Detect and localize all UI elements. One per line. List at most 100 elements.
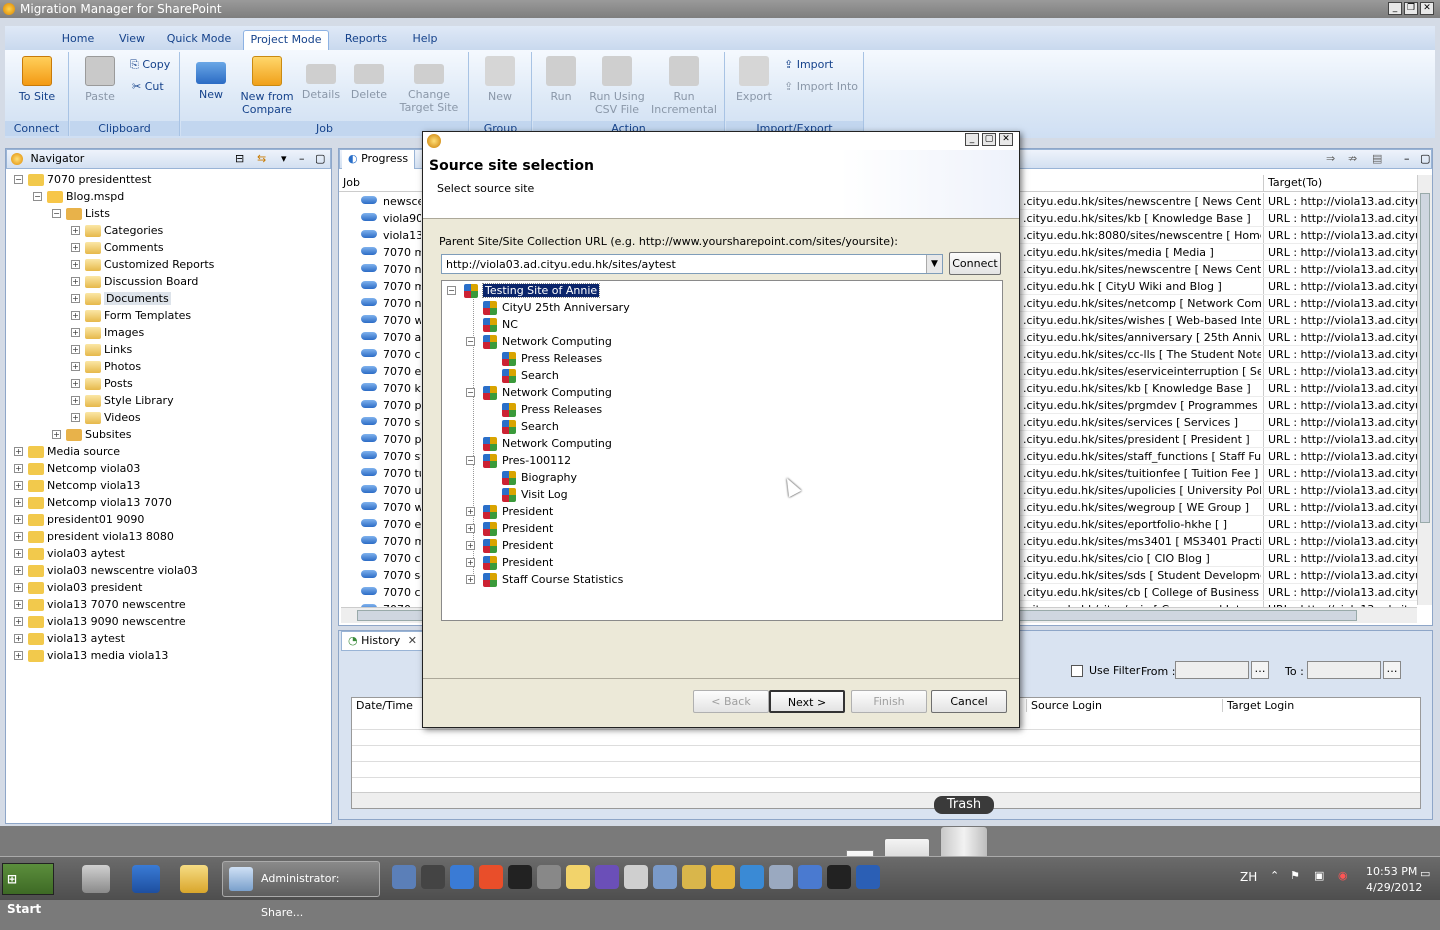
grid-target-cell[interactable]: URL : http://viola13.ad.cityu.e — [1263, 295, 1417, 312]
expand-icon[interactable]: + — [14, 566, 23, 575]
site-tree-item[interactable]: + President — [466, 554, 553, 571]
grid-target-cell[interactable]: URL : http://viola13.ad.cityu.e — [1263, 346, 1417, 363]
new-from-compare-button[interactable]: New from Compare — [237, 54, 297, 116]
expand-icon[interactable]: + — [71, 345, 80, 354]
grid-target-cell[interactable]: URL : http://viola13.ad.cityu.e — [1263, 584, 1417, 601]
grid-source-cell[interactable]: .cityu.edu.hk/sites/tuitionfee [ Tuition… — [1023, 465, 1261, 482]
nav-tree-item[interactable]: + Customized Reports — [71, 256, 214, 273]
history-close-icon[interactable]: ✕ — [408, 634, 417, 647]
grid-source-cell[interactable]: .cityu.edu.hk/sites/cb [ College of Busi… — [1023, 584, 1261, 601]
site-tree-item[interactable]: Visit Log — [502, 486, 568, 503]
import-into-button[interactable]: ⇪ Import Into — [784, 80, 858, 94]
grid-source-cell[interactable]: .cityu.edu.hk/sites/kb [ Knowledge Base … — [1023, 380, 1261, 397]
grid-job-cell[interactable]: 7070 wi — [361, 312, 421, 329]
nav-tree-item[interactable]: + Links — [71, 341, 132, 358]
grid-vscroll-thumb[interactable] — [1420, 193, 1430, 523]
nav-tree-item[interactable]: + Posts — [71, 375, 133, 392]
grid-source-cell[interactable]: .cityu.edu.hk/sites/services [ Services … — [1023, 414, 1261, 431]
collapse-icon[interactable]: − — [52, 209, 61, 218]
expand-icon[interactable]: + — [71, 396, 80, 405]
new-job-button[interactable]: New — [189, 54, 233, 101]
url-dropdown-icon[interactable]: ▼ — [926, 255, 942, 273]
quick-launch-icon[interactable] — [421, 865, 445, 889]
quick-launch-icon[interactable] — [508, 865, 532, 889]
expand-icon[interactable]: + — [14, 600, 23, 609]
dialog-minimize-button[interactable]: _ — [965, 133, 979, 146]
grid-target-cell[interactable]: URL : http://viola13.ad.cityu.e — [1263, 312, 1417, 329]
history-tab[interactable]: ◔ History ✕ — [341, 631, 424, 651]
tray-network-icon[interactable]: ▣ — [1314, 869, 1324, 882]
grid-job-cell[interactable]: 7070 es — [361, 363, 421, 380]
new-group-button[interactable]: New — [480, 54, 520, 103]
clock-date[interactable]: 4/29/2012 — [1366, 881, 1422, 894]
grid-job-cell[interactable]: 7070 sd — [361, 567, 421, 584]
nav-tree-item[interactable]: + Netcomp viola03 — [14, 460, 140, 477]
site-tree-item[interactable]: + President — [466, 537, 553, 554]
grid-job-cell[interactable]: 7070 cb — [361, 584, 421, 601]
language-indicator[interactable]: ZH — [1240, 870, 1257, 884]
grid-source-cell[interactable]: .cityu.edu.hk/sites/media [ Media ] — [1023, 244, 1261, 261]
to-picker-button[interactable]: … — [1383, 661, 1401, 679]
grid-target-cell[interactable]: URL : http://viola13.ad.cityu.e — [1263, 193, 1417, 210]
expand-icon[interactable]: + — [52, 430, 61, 439]
expand-icon[interactable]: + — [14, 532, 23, 541]
tab-help[interactable]: Help — [405, 30, 445, 50]
copy-button[interactable]: ⎘ Copy — [130, 58, 170, 72]
nav-tree-item[interactable]: + Comments — [71, 239, 164, 256]
grid-target-cell[interactable]: URL : http://viola13.ad.cityu.e — [1263, 261, 1417, 278]
site-tree-item[interactable]: − Network Computing — [466, 333, 612, 350]
nav-tree-item[interactable]: + president viola13 8080 — [14, 528, 174, 545]
expand-icon[interactable]: + — [14, 498, 23, 507]
quick-launch-icon[interactable] — [566, 865, 590, 889]
grid-target-cell[interactable]: URL : http://viola13.ad.cityu.e — [1263, 210, 1417, 227]
restore-button[interactable]: ❐ — [1404, 2, 1418, 15]
quick-launch-icon[interactable] — [769, 865, 793, 889]
grid-maximize-icon[interactable]: ▢ — [1420, 150, 1430, 168]
nav-tree-item[interactable]: + Form Templates — [71, 307, 191, 324]
grid-job-cell[interactable]: 7070 se — [361, 414, 421, 431]
grid-job-cell[interactable]: 7070 tu — [361, 465, 421, 482]
clock-time[interactable]: 10:53 PM — [1366, 865, 1417, 878]
expand-icon[interactable]: + — [14, 651, 23, 660]
site-tree-item[interactable]: Press Releases — [502, 350, 602, 367]
expand-icon[interactable]: + — [71, 260, 80, 269]
expand-icon[interactable]: + — [466, 575, 475, 584]
expand-icon[interactable]: + — [71, 362, 80, 371]
import-button[interactable]: ⇪ Import — [784, 58, 833, 72]
nav-tree-item[interactable]: + Netcomp viola13 7070 — [14, 494, 172, 511]
navigator-collapse-icon[interactable]: ⊟ — [235, 150, 244, 168]
expand-icon[interactable]: + — [14, 583, 23, 592]
from-picker-button[interactable]: … — [1251, 661, 1269, 679]
expand-icon[interactable]: + — [14, 549, 23, 558]
connect-button[interactable]: Connect — [949, 252, 1001, 275]
grid-source-cell[interactable]: .cityu.edu.hk/sites/ms3401 [ MS3401 Prac… — [1023, 533, 1261, 550]
quick-launch-icon[interactable] — [827, 865, 851, 889]
quick-launch-icon[interactable] — [595, 865, 619, 889]
grid-source-cell[interactable]: .cityu.edu.hk/sites/newscentre [ News Ce… — [1023, 261, 1261, 278]
dialog-maximize-button[interactable]: ▢ — [982, 133, 996, 146]
grid-job-cell[interactable]: 7070 ma — [361, 278, 421, 295]
quick-launch-icon[interactable] — [740, 865, 764, 889]
server-manager-icon[interactable] — [82, 865, 110, 893]
expand-icon[interactable]: + — [14, 481, 23, 490]
grid-job-cell[interactable]: viola13 — [361, 227, 421, 244]
expand-icon[interactable]: + — [14, 617, 23, 626]
grid-source-cell[interactable]: .cityu.edu.hk/sites/cc-lls [ The Student… — [1023, 346, 1261, 363]
grid-job-cell[interactable]: 7070 sta — [361, 448, 421, 465]
nav-tree-item[interactable]: − Blog.mspd — [33, 188, 124, 205]
grid-target-cell[interactable]: URL : http://viola13.ad.cityu.e — [1263, 363, 1417, 380]
grid-toolbar-icon-1[interactable]: ⇒ — [1326, 150, 1335, 168]
expand-icon[interactable]: + — [71, 277, 80, 286]
grid-source-cell[interactable]: .cityu.edu.hk/sites/president [ Presiden… — [1023, 431, 1261, 448]
nav-tree-item[interactable]: − 7070 presidenttest — [14, 171, 151, 188]
grid-source-cell[interactable]: .cityu.edu.hk/sites/wegroup [ WE Group ] — [1023, 499, 1261, 516]
grid-source-cell[interactable]: .cityu.edu.hk/sites/newscentre [ News Ce… — [1023, 193, 1261, 210]
grid-source-cell[interactable]: .cityu.edu.hk/sites/anniversary [ 25th A… — [1023, 329, 1261, 346]
nav-tree-item[interactable]: + Videos — [71, 409, 141, 426]
grid-target-cell[interactable]: URL : http://viola13.ad.cityu.e — [1263, 414, 1417, 431]
expand-icon[interactable]: + — [71, 311, 80, 320]
nav-tree-item[interactable]: + viola13 7070 newscentre — [14, 596, 186, 613]
grid-toolbar-icon-3[interactable]: ▤ — [1372, 150, 1382, 168]
run-button[interactable]: Run — [541, 54, 581, 103]
quick-launch-icon[interactable] — [450, 865, 474, 889]
